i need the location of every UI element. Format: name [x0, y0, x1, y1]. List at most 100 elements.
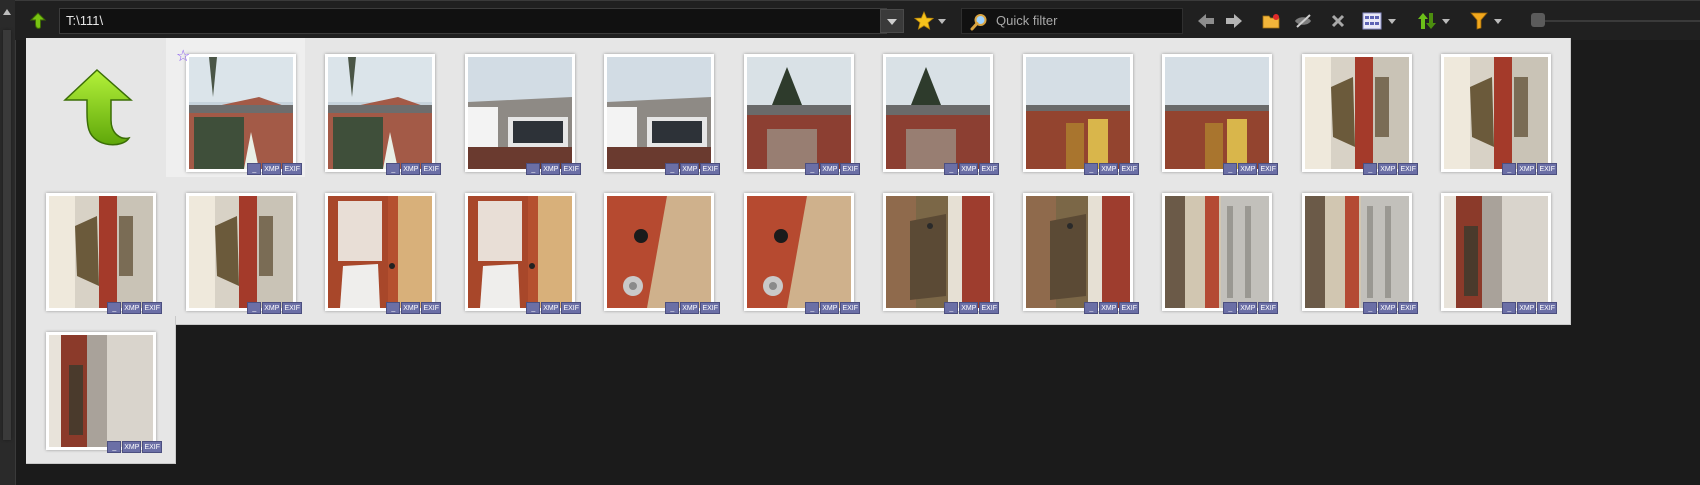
favorite-star-icon: ☆ [176, 48, 191, 65]
dash-badge: _ [665, 302, 680, 314]
exif-badge: EXIF [1398, 302, 1418, 314]
photo-thumbnail [328, 196, 432, 308]
exif-badge: EXIF [700, 163, 720, 175]
thumbnail-tile[interactable]: _ XMP EXIF ☆ [166, 38, 316, 186]
exif-badge: EXIF [840, 302, 860, 314]
scroll-up-arrow-icon[interactable] [3, 9, 11, 15]
parent-folder-tile[interactable] [26, 38, 176, 186]
thumbnail-tile[interactable]: _ XMP EXIF [26, 177, 176, 325]
thumbnail-tile[interactable]: _ XMP EXIF [1421, 177, 1571, 325]
view-mode-dropdown[interactable] [1387, 8, 1397, 34]
search-icon [970, 14, 987, 31]
exif-badge: EXIF [1537, 302, 1557, 314]
path-input[interactable]: T:\111\ [59, 8, 887, 34]
exif-badge: EXIF [979, 302, 999, 314]
thumbnail-tile[interactable]: _ XMP EXIF [305, 177, 455, 325]
thumbnail-frame: _ XMP EXIF [325, 193, 441, 314]
dash-badge: _ [665, 163, 680, 175]
thumbnail-tile[interactable]: _ XMP EXIF [863, 38, 1013, 186]
thumbnail-tile[interactable]: _ XMP EXIF [724, 38, 874, 186]
thumbnail-tile[interactable]: _ XMP EXIF [445, 177, 595, 325]
new-folder-button[interactable] [1260, 8, 1282, 34]
xmp-badge: XMP [1238, 163, 1258, 175]
delete-button[interactable] [1327, 8, 1349, 34]
dash-badge: _ [1363, 163, 1378, 175]
thumbnail-tile[interactable]: _ XMP EXIF [1282, 38, 1432, 186]
path-history-dropdown[interactable] [880, 9, 904, 33]
hide-button[interactable] [1292, 8, 1314, 34]
vertical-scrollbar[interactable] [0, 0, 16, 485]
dash-badge: _ [247, 302, 262, 314]
view-mode-button[interactable] [1360, 8, 1384, 34]
thumbnail-tile[interactable]: _ XMP EXIF [584, 177, 734, 325]
thumbnail-frame: _ XMP EXIF [883, 193, 999, 314]
quick-filter-input[interactable]: Quick filter [961, 8, 1183, 34]
filter-button[interactable] [1468, 8, 1490, 34]
sort-button[interactable] [1415, 8, 1439, 34]
thumbnail-tile[interactable]: _ XMP EXIF [1142, 177, 1292, 325]
xmp-badge: XMP [820, 302, 840, 314]
exif-badge: EXIF [840, 163, 860, 175]
xmp-badge: XMP [122, 441, 142, 453]
photo-thumbnail [747, 57, 851, 169]
sort-dropdown[interactable] [1441, 8, 1451, 34]
photo-thumbnail [49, 196, 153, 308]
forward-button[interactable] [1223, 8, 1245, 34]
favorites-dropdown[interactable] [937, 8, 947, 34]
metadata-badges: _ XMP EXIF [1502, 302, 1557, 314]
thumbnail-frame: _ XMP EXIF [883, 54, 999, 175]
photo-thumbnail [49, 335, 153, 447]
thumbnail-tile[interactable]: _ XMP EXIF [1421, 38, 1571, 186]
xmp-badge: XMP [680, 302, 700, 314]
back-button[interactable] [1195, 8, 1217, 34]
exif-badge: EXIF [1398, 163, 1418, 175]
thumbnail-tile[interactable]: _ XMP EXIF [1142, 38, 1292, 186]
exif-badge: EXIF [979, 163, 999, 175]
exif-badge: EXIF [421, 302, 441, 314]
photo-thumbnail [1165, 57, 1269, 169]
thumbnail-frame: _ XMP EXIF [604, 193, 720, 314]
thumbnail-tile[interactable]: _ XMP EXIF [1003, 38, 1153, 186]
close-icon [1331, 14, 1345, 28]
dash-badge: _ [386, 163, 401, 175]
dash-badge: _ [247, 163, 262, 175]
thumbnail-size-slider-track[interactable] [1538, 20, 1700, 22]
favorites-button[interactable] [913, 8, 935, 34]
filter-dropdown[interactable] [1493, 8, 1503, 34]
metadata-badges: _ XMP EXIF [526, 163, 581, 175]
thumbnail-tile[interactable]: _ XMP EXIF [26, 316, 176, 464]
scrollbar-thumb[interactable] [3, 30, 11, 440]
xmp-badge: XMP [1378, 302, 1398, 314]
parent-folder-up-arrow-icon [63, 68, 133, 146]
thumbnail-size-slider-knob[interactable] [1531, 13, 1545, 27]
thumbnail-tile[interactable]: _ XMP EXIF [863, 177, 1013, 325]
photo-thumbnail [189, 57, 293, 169]
folder-icon [1262, 14, 1280, 29]
dash-badge: _ [107, 302, 122, 314]
metadata-badges: _ XMP EXIF [1363, 163, 1418, 175]
thumbnail-tile[interactable]: _ XMP EXIF [1003, 177, 1153, 325]
thumbnail-frame: _ XMP EXIF [1441, 193, 1557, 314]
photo-thumbnail [328, 57, 432, 169]
thumbnail-tile[interactable]: _ XMP EXIF [305, 38, 455, 186]
metadata-badges: _ XMP EXIF [1084, 302, 1139, 314]
dash-badge: _ [1084, 163, 1099, 175]
thumbnail-grid-icon [1362, 12, 1382, 30]
thumbnail-frame: _ XMP EXIF [744, 193, 860, 314]
dash-badge: _ [944, 302, 959, 314]
dash-badge: _ [805, 302, 820, 314]
thumbnail-frame: _ XMP EXIF [1162, 54, 1278, 175]
thumbnail-tile[interactable]: _ XMP EXIF [584, 38, 734, 186]
metadata-badges: _ XMP EXIF [665, 163, 720, 175]
xmp-badge: XMP [1099, 163, 1119, 175]
sort-arrows-icon [1418, 13, 1436, 29]
thumbnail-tile[interactable]: _ XMP EXIF [166, 177, 316, 325]
thumbnail-tile[interactable]: _ XMP EXIF [445, 38, 595, 186]
xmp-badge: XMP [1517, 163, 1537, 175]
metadata-badges: _ XMP EXIF [247, 302, 302, 314]
thumbnail-tile[interactable]: _ XMP EXIF [724, 177, 874, 325]
xmp-badge: XMP [1238, 302, 1258, 314]
dash-badge: _ [805, 163, 820, 175]
thumbnail-tile[interactable]: _ XMP EXIF [1282, 177, 1432, 325]
go-up-button[interactable] [25, 8, 51, 34]
